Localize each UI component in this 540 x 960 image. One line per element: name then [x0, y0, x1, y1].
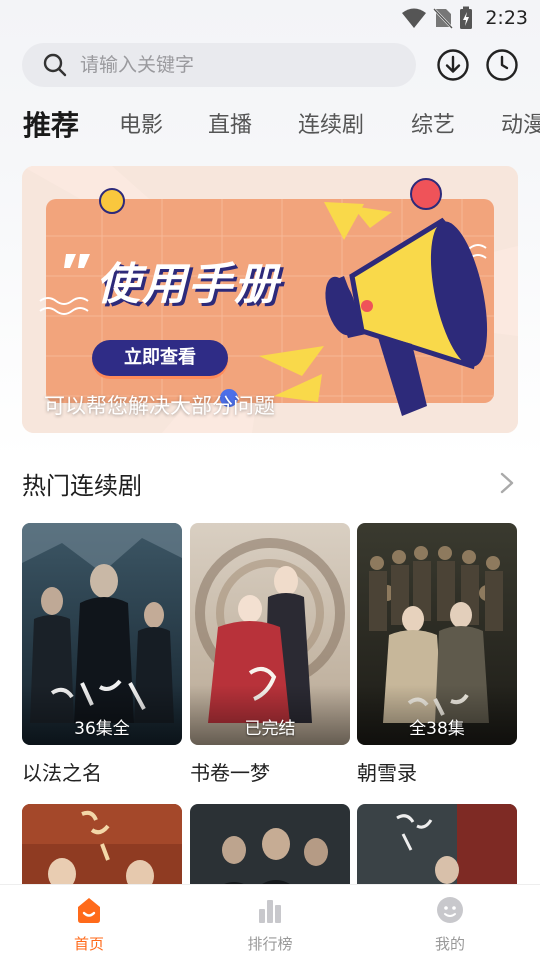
bottom-navigation: 首页 排行榜 我的: [0, 884, 540, 960]
profile-icon: [437, 897, 463, 923]
tab-movies[interactable]: 电影: [119, 104, 163, 148]
show-card[interactable]: 全38集 朝雪录: [357, 523, 517, 786]
chevron-right-icon[interactable]: [496, 470, 518, 496]
ranking-icon: [259, 900, 281, 923]
tab-series[interactable]: 连续剧: [298, 104, 364, 148]
home-icon: [78, 898, 100, 923]
nav-home[interactable]: 首页: [39, 895, 139, 954]
battery-charging-icon: [460, 6, 473, 29]
nav-home-label: 首页: [73, 935, 104, 953]
category-tabs: 推荐 电影 直播 连续剧 综艺 动漫: [0, 104, 540, 150]
show-card[interactable]: 36集全 以法之名: [22, 523, 182, 786]
wifi-icon: [402, 8, 427, 28]
tab-variety[interactable]: 综艺: [411, 104, 455, 148]
show-card[interactable]: 已完结 书卷一梦: [190, 523, 350, 786]
search-box[interactable]: [22, 43, 416, 87]
show-title[interactable]: 朝雪录: [357, 757, 517, 786]
tab-live[interactable]: 直播: [208, 104, 252, 148]
show-poster-partial[interactable]: [190, 804, 350, 894]
search-input[interactable]: [80, 54, 380, 76]
no-sim-icon: [433, 8, 454, 29]
download-icon[interactable]: [436, 48, 470, 82]
banner-caption: 可以帮您解决大部分问题: [44, 394, 275, 418]
show-title[interactable]: 以法之名: [22, 757, 182, 786]
status-bar: 2:23: [0, 0, 540, 36]
show-poster[interactable]: 全38集: [357, 523, 517, 745]
nav-ranking[interactable]: 排行榜: [220, 895, 320, 954]
poster-art: [190, 804, 350, 894]
search-icon: [43, 53, 67, 77]
nav-profile-label: 我的: [434, 935, 465, 953]
history-icon[interactable]: [485, 48, 519, 82]
show-poster[interactable]: 已完结: [190, 523, 350, 745]
tab-anime[interactable]: 动漫: [501, 104, 540, 148]
nav-profile[interactable]: 我的: [400, 895, 500, 954]
episode-status: 全38集: [409, 719, 465, 739]
show-poster[interactable]: 36集全: [22, 523, 182, 745]
promo-banner[interactable]: 使用手册 立即查看 可以帮您解决大部分问题: [22, 166, 518, 433]
show-poster-partial[interactable]: [22, 804, 182, 894]
poster-art: [22, 804, 182, 894]
banner-view-button[interactable]: 立即查看: [92, 340, 228, 376]
app-screen: 2:23 推荐 电影 直播 连续剧 综艺 动漫: [0, 0, 540, 960]
banner-title: 使用手册: [96, 259, 280, 310]
episode-status: 已完结: [244, 719, 296, 739]
poster-art: [357, 804, 517, 894]
episode-status: 36集全: [74, 719, 130, 739]
nav-ranking-label: 排行榜: [247, 935, 293, 953]
section-title: 热门连续剧: [22, 472, 142, 500]
tab-recommend[interactable]: 推荐: [23, 104, 79, 148]
status-time: 2:23: [485, 7, 528, 29]
show-title[interactable]: 书卷一梦: [190, 757, 350, 786]
show-poster-partial[interactable]: [357, 804, 517, 894]
